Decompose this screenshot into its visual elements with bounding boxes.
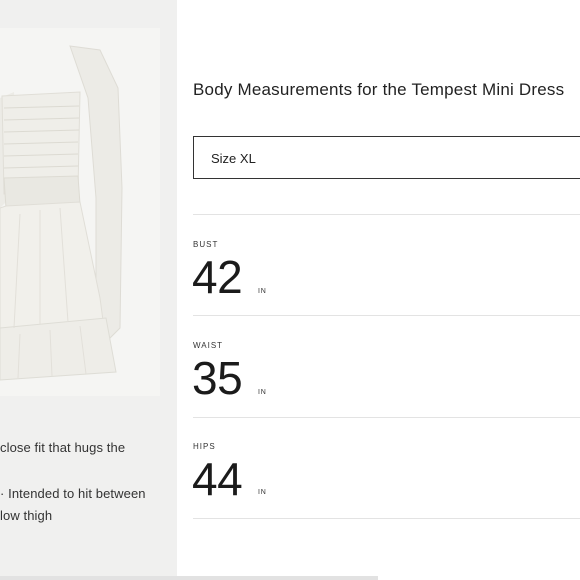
hips-unit: IN — [258, 489, 267, 496]
product-image — [0, 28, 160, 396]
measurements-panel: Body Measurements for the Tempest Mini D… — [177, 0, 580, 580]
size-select-value: Size XL — [211, 151, 256, 166]
waist-label: WAIST — [193, 341, 224, 350]
size-select[interactable]: Size XL — [193, 136, 580, 179]
description-line-1: close fit that hugs the — [0, 440, 126, 455]
divider — [193, 214, 580, 215]
bust-unit: IN — [258, 288, 267, 295]
waist-value: 35 — [192, 352, 243, 404]
description-line-3: low thigh — [0, 508, 53, 523]
divider — [193, 315, 580, 316]
bust-label: BUST — [193, 240, 219, 249]
scroll-strip — [0, 576, 378, 580]
divider — [193, 417, 580, 418]
hips-value: 44 — [192, 453, 243, 505]
page-title: Body Measurements for the Tempest Mini D… — [193, 80, 565, 99]
bust-value: 42 — [192, 251, 243, 303]
waist-unit: IN — [258, 389, 267, 396]
hips-label: HIPS — [193, 442, 216, 451]
dress-illustration — [0, 28, 160, 396]
description-line-2: · Intended to hit between — [0, 486, 146, 501]
product-panel: close fit that hugs the · Intended to hi… — [0, 0, 177, 580]
divider — [193, 518, 580, 519]
